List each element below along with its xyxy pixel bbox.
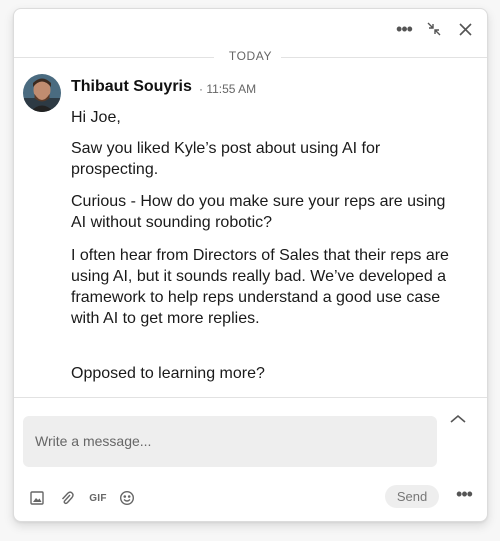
paperclip-icon[interactable] bbox=[57, 488, 77, 508]
sender-name[interactable]: Thibaut Souyris bbox=[71, 78, 192, 96]
image-icon[interactable] bbox=[27, 488, 47, 508]
more-dots-icon[interactable]: ••• bbox=[454, 485, 474, 507]
emoji-icon[interactable] bbox=[117, 488, 137, 508]
minimize-arrows-icon[interactable] bbox=[424, 19, 444, 39]
message-paragraph: Hi Joe, bbox=[71, 109, 121, 126]
date-separator: TODAY bbox=[14, 49, 487, 65]
message-paragraph: Curious - How do you make sure your reps… bbox=[71, 193, 446, 231]
message-paragraph: Opposed to learning more? bbox=[71, 365, 265, 382]
message-paragraph: Saw you liked Kyle’s post about using AI… bbox=[71, 140, 381, 178]
divider bbox=[281, 57, 487, 58]
date-label: TODAY bbox=[228, 49, 273, 63]
chevron-up-icon[interactable] bbox=[448, 412, 468, 428]
message-timestamp: · 11:55 AM bbox=[199, 82, 257, 96]
gif-icon[interactable]: GIF bbox=[86, 488, 110, 508]
avatar[interactable] bbox=[23, 74, 61, 112]
window-header: ••• bbox=[14, 9, 487, 45]
composer-divider bbox=[14, 397, 487, 398]
close-icon[interactable] bbox=[455, 19, 475, 39]
message-paragraph: I often hear from Directors of Sales tha… bbox=[71, 247, 449, 327]
more-options-icon[interactable]: ••• bbox=[394, 19, 414, 39]
message-input[interactable] bbox=[23, 416, 437, 467]
send-button[interactable]: Send bbox=[385, 485, 439, 508]
messaging-window: ••• TODAY Thibaut Souyris · 11:55 AM Hi … bbox=[13, 8, 488, 522]
